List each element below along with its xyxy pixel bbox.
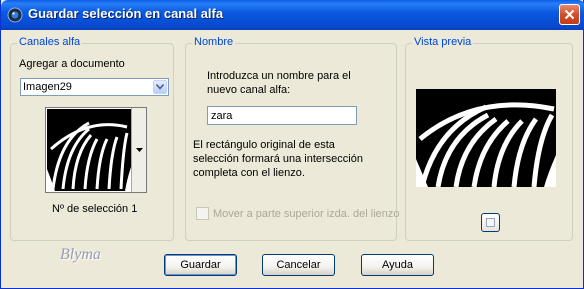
selection-thumbnail xyxy=(47,109,131,191)
document-select[interactable]: Imagen29 xyxy=(20,78,169,96)
title-bar[interactable]: Guardar selección en canal alfa xyxy=(1,0,584,30)
channel-name-value: zara xyxy=(211,110,233,122)
name-group-label: Nombre xyxy=(192,36,236,48)
document-select-value: Imagen29 xyxy=(23,81,72,93)
info-line-1: El rectángulo original de esta xyxy=(193,139,335,151)
app-icon xyxy=(7,7,23,23)
info-line-3: completa con el lienzo. xyxy=(193,167,305,179)
move-to-top-left-label: Mover a parte superior izda. del lienzo xyxy=(213,208,400,220)
cancel-button-label: Cancelar xyxy=(276,259,321,271)
thumbnail-dropdown-button[interactable] xyxy=(131,108,146,192)
preview-options-button[interactable] xyxy=(481,213,500,232)
selection-number-label: Nº de selección 1 xyxy=(52,203,138,215)
dialog-window: Guardar selección en canal alfa Canales … xyxy=(0,0,584,289)
document-select-dropdown-button[interactable] xyxy=(153,80,167,94)
help-button-label: Ayuda xyxy=(382,259,413,271)
name-instruction-line-1: Introduzca un nombre para el xyxy=(207,70,351,82)
save-button[interactable]: Guardar xyxy=(164,254,237,276)
help-button[interactable]: Ayuda xyxy=(361,254,434,276)
caret-down-icon xyxy=(135,148,143,152)
preview-options-icon xyxy=(486,218,495,227)
preview-image xyxy=(416,89,556,187)
chevron-down-icon xyxy=(156,84,164,90)
dialog-body: Canales alfa Agregar a documento Imagen2… xyxy=(4,30,581,286)
move-to-top-left-checkbox[interactable] xyxy=(196,207,209,220)
window-title: Guardar selección en canal alfa xyxy=(28,6,224,21)
watermark: Blyma xyxy=(60,246,101,263)
channels-group-label: Canales alfa xyxy=(17,36,83,48)
add-to-document-label: Agregar a documento xyxy=(19,58,125,70)
selection-thumbnail-picker[interactable] xyxy=(45,107,147,193)
info-line-2: selección formará una intersección xyxy=(193,153,363,165)
channel-name-input[interactable]: zara xyxy=(207,106,357,125)
preview-group-label: Vista previa xyxy=(412,36,474,48)
close-button[interactable] xyxy=(559,4,580,25)
save-button-label: Guardar xyxy=(180,259,221,271)
close-icon xyxy=(564,9,575,20)
name-instruction-line-2: nuevo canal alfa: xyxy=(207,84,291,96)
cancel-button[interactable]: Cancelar xyxy=(262,254,335,276)
